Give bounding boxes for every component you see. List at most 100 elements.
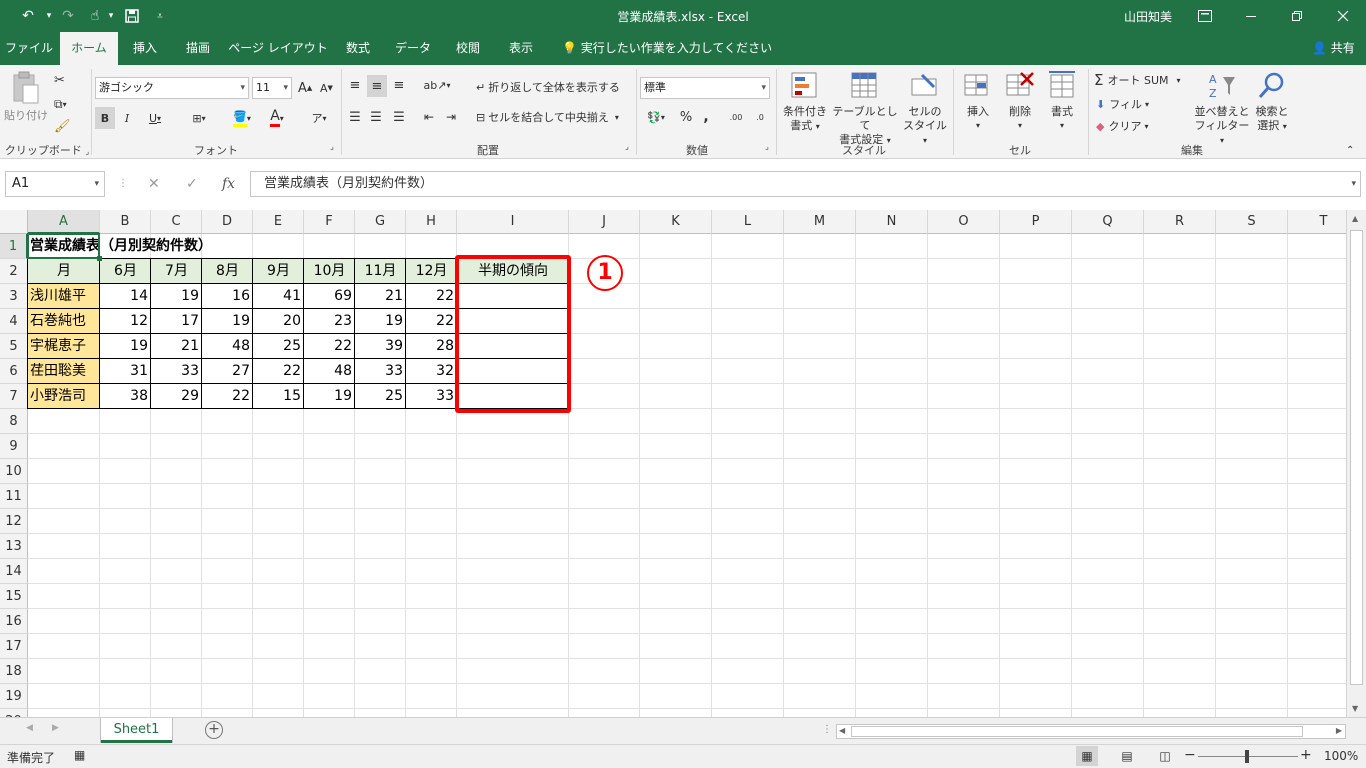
header-cell[interactable]: 7月 xyxy=(151,259,202,284)
restore-icon[interactable] xyxy=(1274,0,1320,32)
row-header-1[interactable]: 1 xyxy=(0,234,28,259)
value-cell[interactable]: 15 xyxy=(253,384,304,409)
row-header-20[interactable]: 20 xyxy=(0,709,28,717)
column-header-O[interactable]: O xyxy=(928,210,1000,234)
column-header-S[interactable]: S xyxy=(1216,210,1288,234)
orientation-icon[interactable]: ab↗ ▾ xyxy=(420,75,454,95)
increase-decimal-icon[interactable]: .00 xyxy=(726,107,746,127)
row-header-18[interactable]: 18 xyxy=(0,659,28,684)
tab-page-layout[interactable]: ページ レイアウト xyxy=(226,32,330,65)
alignment-dialog-launcher-icon[interactable]: ⌟ xyxy=(620,142,634,156)
column-header-D[interactable]: D xyxy=(202,210,253,234)
worksheet-grid[interactable]: A B C D E F G H I J K L M N O P Q R S T 1 2 3 4 5 6 7 8 9 10 11 12 13 14 1… xyxy=(0,210,1346,717)
row-header-10[interactable]: 10 xyxy=(0,459,28,484)
page-layout-view-icon[interactable]: ▤ xyxy=(1116,746,1138,766)
value-cell[interactable]: 32 xyxy=(406,359,457,384)
copy-icon[interactable]: ⧉ ▾ xyxy=(54,95,80,113)
row-header-6[interactable]: 6 xyxy=(0,359,28,384)
format-as-table-button[interactable]: テーブルとして 書式設定 ▾ xyxy=(832,71,898,148)
value-cell[interactable]: 29 xyxy=(151,384,202,409)
decrease-indent-icon[interactable]: ⇤ xyxy=(420,107,438,127)
value-cell[interactable]: 16 xyxy=(202,284,253,309)
zoom-in-icon[interactable]: + xyxy=(1300,747,1312,763)
header-cell[interactable]: 6月 xyxy=(100,259,151,284)
font-dialog-launcher-icon[interactable]: ⌟ xyxy=(324,142,340,156)
dialog-launcher-icon[interactable]: ⌟ xyxy=(85,147,89,156)
accounting-format-icon[interactable]: 💱 ▾ xyxy=(640,107,672,127)
horizontal-scroll-thumb[interactable] xyxy=(851,726,1303,737)
row-header-15[interactable]: 15 xyxy=(0,584,28,609)
font-name-combo[interactable]: 游ゴシック ▾ xyxy=(95,77,249,99)
tab-data[interactable]: データ xyxy=(386,32,440,65)
value-cell[interactable]: 22 xyxy=(406,284,457,309)
vertical-scroll-thumb[interactable] xyxy=(1350,230,1363,685)
paste-button[interactable]: 貼り付け xyxy=(4,71,48,123)
autosum-button[interactable]: Σ オート SUM ▾ xyxy=(1094,71,1181,89)
new-sheet-icon[interactable]: + xyxy=(205,721,223,739)
tab-review[interactable]: 校閲 xyxy=(442,32,494,65)
cut-icon[interactable]: ✂ xyxy=(54,71,74,89)
tab-formulas[interactable]: 数式 xyxy=(332,32,384,65)
cell-styles-button[interactable]: セルの スタイル ▾ xyxy=(900,71,950,148)
column-header-A[interactable]: A xyxy=(28,210,100,234)
header-cell[interactable]: 月 xyxy=(28,259,100,284)
column-header-R[interactable]: R xyxy=(1144,210,1216,234)
share-button[interactable]: 👤 共有 xyxy=(1312,32,1355,65)
ribbon-display-icon[interactable] xyxy=(1182,0,1228,32)
align-top-icon[interactable]: ≡ xyxy=(346,75,364,95)
header-cell[interactable]: 9月 xyxy=(253,259,304,284)
number-format-combo[interactable]: 標準 ▾ xyxy=(640,77,770,99)
align-bottom-icon[interactable]: ≡ xyxy=(390,75,408,95)
value-cell[interactable]: 22 xyxy=(304,334,355,359)
conditional-formatting-button[interactable]: 条件付き 書式 ▾ xyxy=(780,71,830,134)
normal-view-icon[interactable]: ▦ xyxy=(1076,746,1098,766)
value-cell[interactable]: 25 xyxy=(253,334,304,359)
value-cell[interactable]: 14 xyxy=(100,284,151,309)
cancel-icon[interactable]: ✕ xyxy=(148,171,160,197)
value-cell[interactable]: 19 xyxy=(304,384,355,409)
column-header-H[interactable]: H xyxy=(406,210,457,234)
value-cell[interactable]: 20 xyxy=(253,309,304,334)
formula-input[interactable]: 営業成績表（月別契約件数） ▾ xyxy=(250,171,1361,197)
select-all-corner[interactable] xyxy=(0,210,28,234)
value-cell[interactable]: 17 xyxy=(151,309,202,334)
header-cell[interactable]: 11月 xyxy=(355,259,406,284)
value-cell[interactable]: 19 xyxy=(355,309,406,334)
value-cell[interactable]: 38 xyxy=(100,384,151,409)
value-cell[interactable]: 19 xyxy=(151,284,202,309)
increase-indent-icon[interactable]: ⇥ xyxy=(442,107,460,127)
value-cell[interactable]: 21 xyxy=(151,334,202,359)
tab-draw[interactable]: 描画 xyxy=(172,32,224,65)
value-cell[interactable]: 28 xyxy=(406,334,457,359)
split-handle-icon[interactable]: ⋮ xyxy=(822,724,832,735)
row-header-11[interactable]: 11 xyxy=(0,484,28,509)
row-header-3[interactable]: 3 xyxy=(0,284,28,309)
name-cell[interactable]: 浅川雄平 xyxy=(28,284,100,309)
sheet-tab-sheet1[interactable]: Sheet1 xyxy=(101,718,172,743)
minimize-icon[interactable] xyxy=(1228,0,1274,32)
font-color-icon[interactable]: A ▾ xyxy=(262,107,292,129)
fill-handle[interactable] xyxy=(97,256,102,261)
value-cell[interactable]: 12 xyxy=(100,309,151,334)
value-cell[interactable]: 48 xyxy=(304,359,355,384)
row-header-12[interactable]: 12 xyxy=(0,509,28,534)
shrink-font-icon[interactable]: A ▼ xyxy=(320,79,336,97)
name-cell[interactable]: 宇梶恵子 xyxy=(28,334,100,359)
zoom-slider-thumb[interactable] xyxy=(1245,750,1249,763)
column-header-K[interactable]: K xyxy=(640,210,712,234)
comma-icon[interactable]: , xyxy=(700,107,712,127)
page-break-view-icon[interactable]: ◫ xyxy=(1154,746,1176,766)
align-center-icon[interactable]: ☰ xyxy=(367,107,385,127)
underline-button[interactable]: U ▾ xyxy=(140,107,170,129)
prev-sheet-icon[interactable]: ◀ xyxy=(26,723,33,733)
align-right-icon[interactable]: ☰ xyxy=(390,107,408,127)
row-header-8[interactable]: 8 xyxy=(0,409,28,434)
header-cell[interactable]: 10月 xyxy=(304,259,355,284)
column-header-L[interactable]: L xyxy=(712,210,784,234)
format-painter-icon[interactable]: 🖌 xyxy=(54,117,74,135)
name-cell[interactable]: 荏田聡美 xyxy=(28,359,100,384)
tab-insert[interactable]: 挿入 xyxy=(120,32,170,65)
row-header-13[interactable]: 13 xyxy=(0,534,28,559)
value-cell[interactable]: 48 xyxy=(202,334,253,359)
column-header-B[interactable]: B xyxy=(100,210,151,234)
